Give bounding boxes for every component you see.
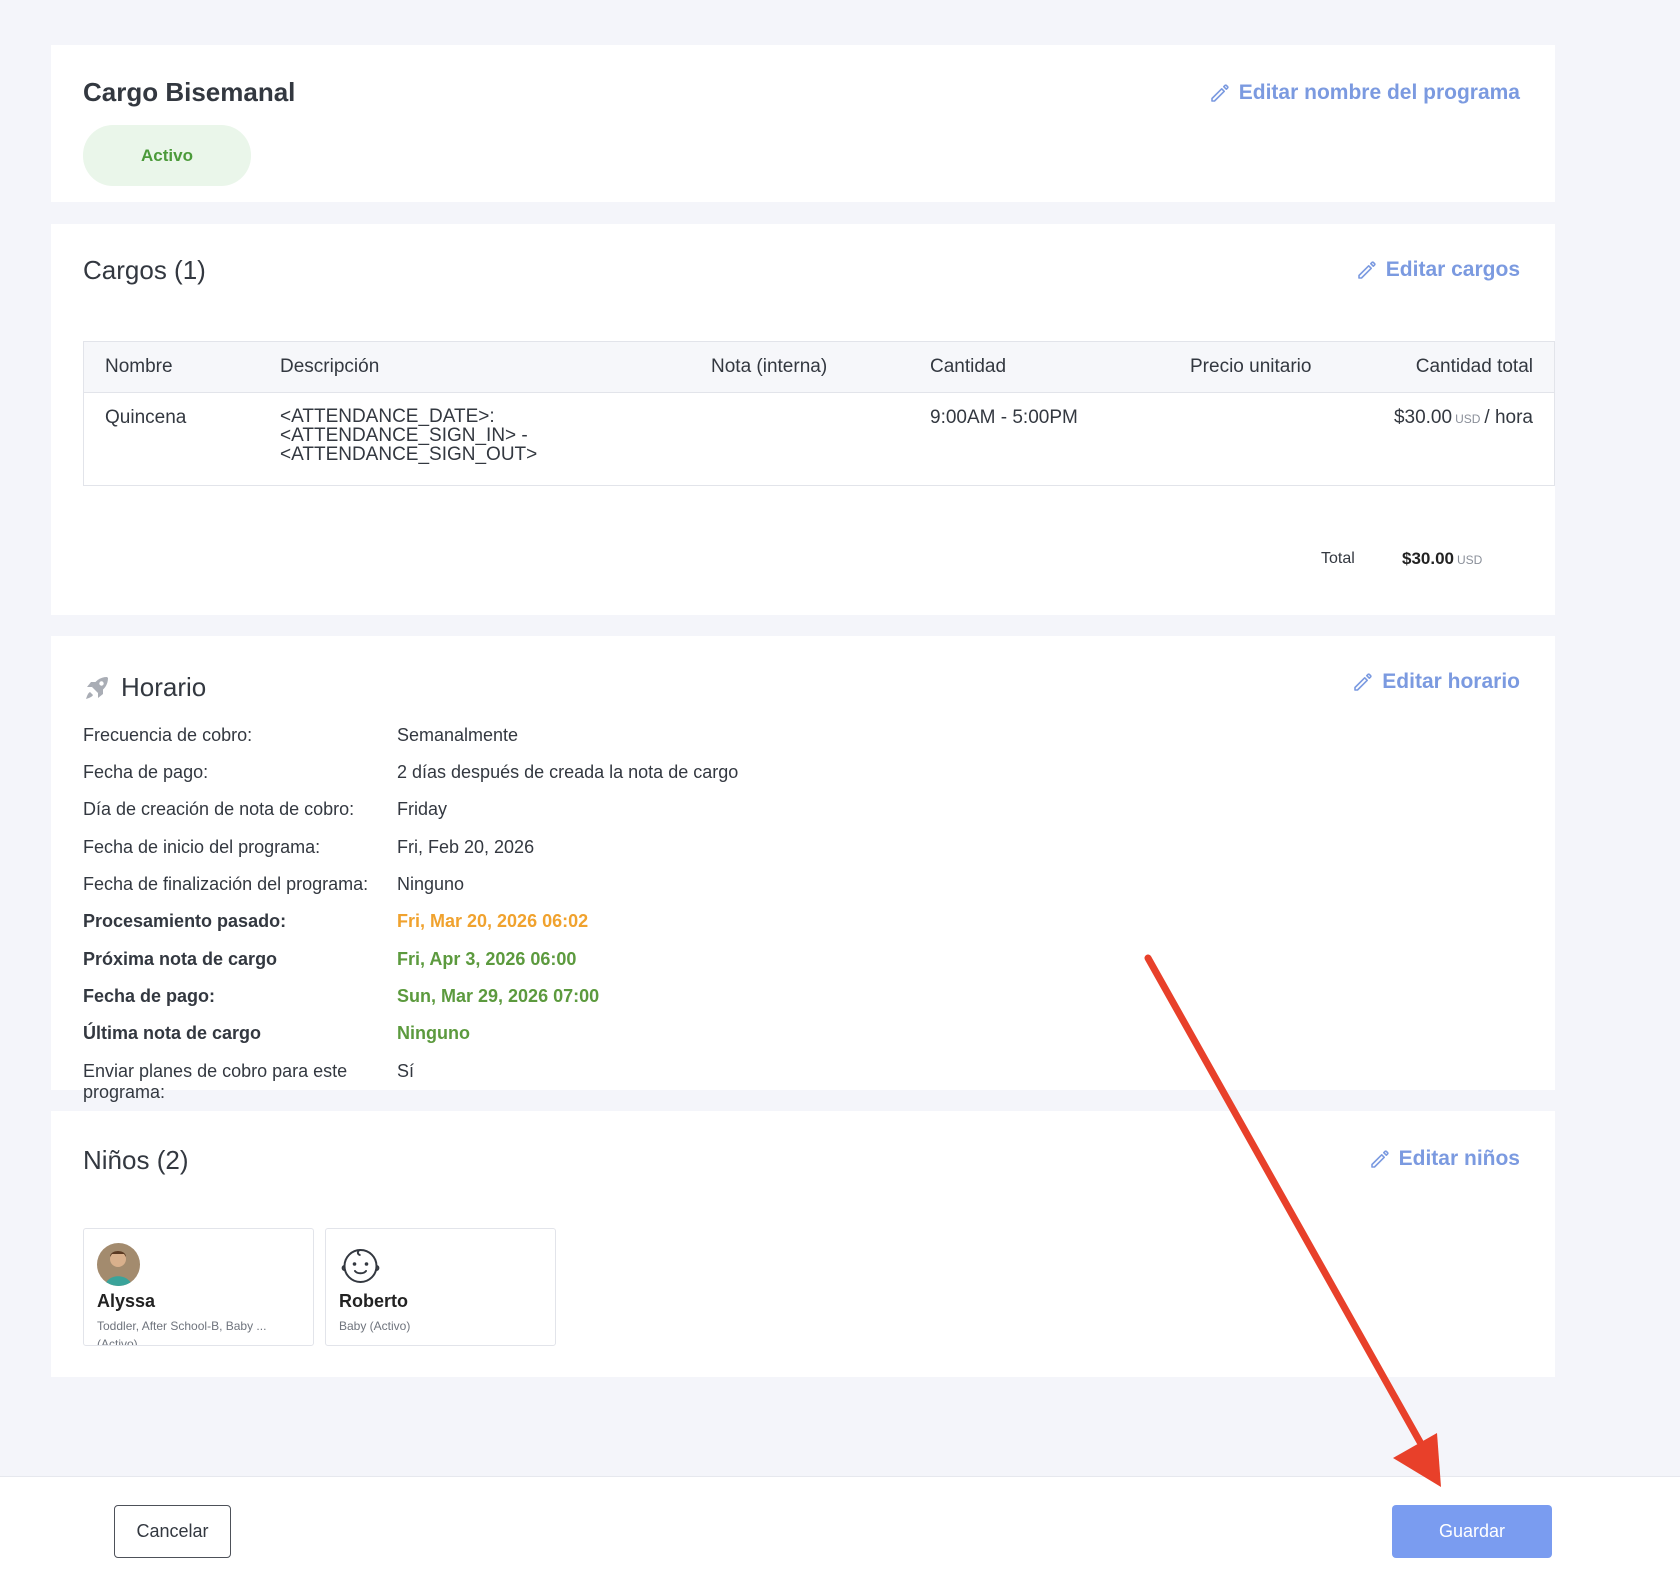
schedule-value: Fri, Apr 3, 2026 06:00: [397, 949, 577, 969]
column-header-note: Nota (interna): [711, 356, 828, 377]
total-amount: $30.00: [1402, 549, 1454, 568]
child-groups: Baby (Activo): [339, 1319, 411, 1333]
schedule-card: Horario Editar horario Frecuencia de cob…: [51, 636, 1555, 1102]
total-label: Total: [1321, 550, 1355, 567]
column-header-unit-price: Precio unitario: [1190, 356, 1312, 377]
schedule-value: Semanalmente: [397, 725, 519, 745]
edit-charges-label: Editar cargos: [1385, 258, 1520, 281]
rocket-icon: [86, 676, 108, 699]
column-header-total: Cantidad total: [1415, 356, 1533, 377]
save-button[interactable]: Guardar: [1392, 1505, 1552, 1558]
schedule-value: Sí: [397, 1061, 415, 1081]
charge-description-line: <ATTENDANCE_SIGN_IN> -: [280, 425, 528, 446]
child-card-alyssa[interactable]: Alyssa Toddler, After School-B, Baby ...…: [83, 1228, 314, 1346]
child-name: Alyssa: [97, 1291, 156, 1311]
schedule-value: Fri, Mar 20, 2026 06:02: [397, 911, 589, 931]
schedule-label: Última nota de cargo: [83, 1023, 262, 1043]
table-header: Nombre Descripción Nota (interna) Cantid…: [84, 342, 1554, 393]
charges-title: Cargos (1): [83, 255, 206, 285]
schedule-row-frequency: Frecuencia de cobro: Semanalmente: [83, 725, 518, 746]
schedule-row-last-charge: Última nota de cargo Ninguno: [83, 1023, 470, 1044]
charges-table: Nombre Descripción Nota (interna) Cantid…: [83, 341, 1555, 486]
schedule-value: Ninguno: [397, 874, 465, 894]
schedule-row-payment-date: Fecha de pago: 2 días después de creada …: [83, 762, 738, 783]
charge-name: Quincena: [105, 407, 187, 428]
edit-schedule-label: Editar horario: [1382, 670, 1520, 693]
schedule-row-past-processing: Procesamiento pasado: Fri, Mar 20, 2026 …: [83, 911, 588, 932]
schedule-value: 2 días después de creada la nota de carg…: [397, 762, 739, 782]
column-header-description: Descripción: [280, 356, 380, 377]
table-row: Quincena <ATTENDANCE_DATE>: <ATTENDANCE_…: [84, 393, 1554, 486]
schedule-label: Próxima nota de cargo: [83, 949, 278, 969]
schedule-label: Fecha de inicio del programa:: [83, 837, 321, 857]
edit-program-name-link[interactable]: Editar nombre del programa: [1209, 81, 1520, 105]
pencil-icon: [1354, 673, 1372, 691]
column-header-name: Nombre: [105, 356, 173, 377]
pencil-icon: [1210, 84, 1229, 102]
baby-face-icon: [339, 1243, 382, 1286]
cancel-button[interactable]: Cancelar: [114, 1505, 231, 1558]
schedule-row-creation-day: Día de creación de nota de cobro: Friday: [83, 799, 447, 820]
status-badge: Activo: [83, 125, 251, 186]
schedule-label: Fecha de pago:: [83, 762, 209, 782]
schedule-title: Horario: [121, 672, 207, 702]
charge-quantity: 9:00AM - 5:00PM: [930, 407, 1078, 428]
schedule-label: Frecuencia de cobro:: [83, 725, 253, 745]
schedule-row-start-date: Fecha de inicio del programa: Fri, Feb 2…: [83, 837, 534, 858]
schedule-label: Procesamiento pasado:: [83, 911, 287, 931]
children-title: Niños (2): [83, 1145, 189, 1175]
edit-program-name-label: Editar nombre del programa: [1238, 81, 1520, 104]
edit-schedule-link[interactable]: Editar horario: [1352, 670, 1520, 694]
schedule-heading: Horario: [83, 672, 206, 703]
schedule-row-send-plans: Enviar planes de cobro para este program…: [83, 1061, 414, 1103]
charge-total-currency: USD: [1455, 412, 1481, 426]
column-header-quantity: Cantidad: [930, 356, 1007, 377]
child-groups: Toddler, After School-B, Baby ... (Activ…: [97, 1319, 267, 1346]
child-name: Roberto: [339, 1291, 408, 1311]
schedule-label: Enviar planes de cobro para este program…: [83, 1061, 348, 1102]
charge-total-amount: $30.00 USD / hora: [1394, 407, 1533, 429]
total-currency: USD: [1457, 553, 1483, 567]
schedule-value: Ninguno: [397, 1023, 470, 1043]
program-card: Cargo Bisemanal Editar nombre del progra…: [51, 45, 1555, 202]
footer-bar: Cancelar Guardar: [0, 1476, 1680, 1574]
program-title: Cargo Bisemanal: [83, 77, 296, 107]
pencil-icon: [1370, 1150, 1389, 1168]
charges-card: Cargos (1) Editar cargos Nombre Descripc…: [51, 224, 1555, 615]
children-card: Niños (2) Editar niños Alyssa Toddler, A…: [51, 1111, 1555, 1377]
charge-total-unit: / hora: [1484, 407, 1533, 428]
pencil-icon: [1357, 261, 1376, 279]
charge-total-value: $30.00: [1393, 407, 1453, 428]
schedule-label: Día de creación de nota de cobro:: [83, 799, 355, 819]
schedule-value: Fri, Feb 20, 2026: [397, 837, 535, 857]
schedule-label: Fecha de pago:: [83, 986, 216, 1006]
schedule-row-end-date: Fecha de finalización del programa: Ning…: [83, 874, 464, 895]
schedule-value: Sun, Mar 29, 2026 07:00: [397, 986, 600, 1006]
charge-description-line: <ATTENDANCE_SIGN_OUT>: [280, 444, 538, 465]
edit-charges-link[interactable]: Editar cargos: [1356, 258, 1520, 282]
schedule-label: Fecha de finalización del programa:: [83, 874, 369, 894]
child-card-roberto[interactable]: Roberto Baby (Activo): [325, 1228, 556, 1346]
charge-description: <ATTENDANCE_DATE>: <ATTENDANCE_SIGN_IN> …: [280, 407, 537, 464]
charge-description-line: <ATTENDANCE_DATE>:: [280, 406, 495, 427]
schedule-row-payment-due: Fecha de pago: Sun, Mar 29, 2026 07:00: [83, 986, 599, 1007]
edit-children-link[interactable]: Editar niños: [1369, 1147, 1520, 1171]
total-value: $30.00 USD: [1402, 549, 1486, 569]
edit-children-label: Editar niños: [1398, 1147, 1520, 1170]
schedule-row-next-charge: Próxima nota de cargo Fri, Apr 3, 2026 0…: [83, 949, 576, 970]
avatar: [97, 1243, 140, 1286]
schedule-value: Friday: [397, 799, 448, 819]
